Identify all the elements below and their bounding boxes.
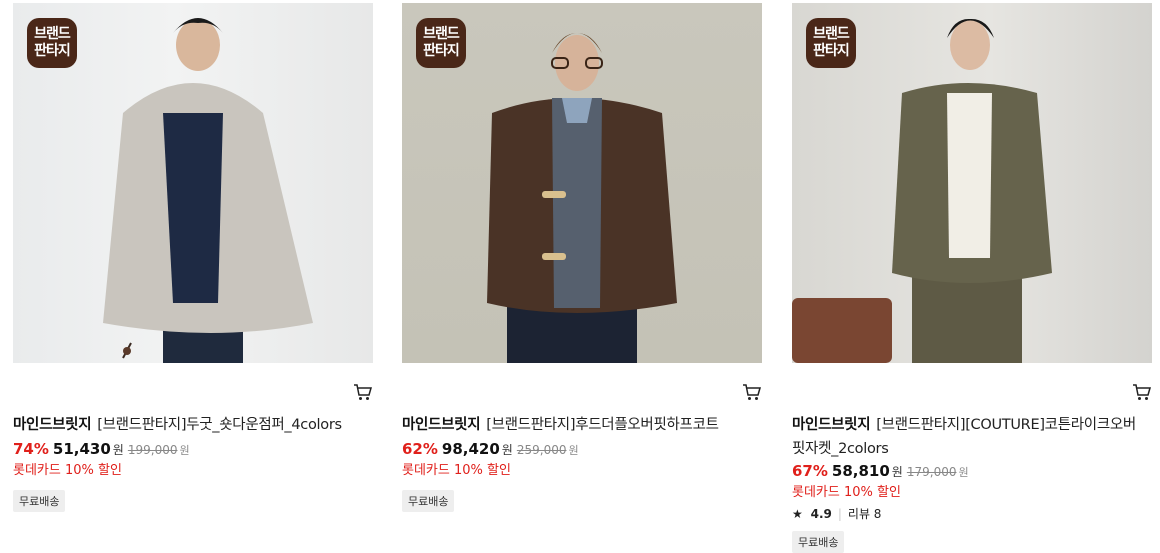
original-currency: 원	[179, 444, 190, 457]
free-shipping-badge: 무료배송	[402, 490, 455, 512]
currency: 원	[112, 443, 124, 457]
product-image[interactable]: 브랜드 판타지	[792, 3, 1152, 363]
product-title[interactable]: 마인드브릿지 [브랜드판타지]후드더플오버핏하프코트	[402, 413, 762, 437]
star-icon: ★	[792, 507, 803, 521]
original-price: 259,000	[516, 443, 567, 457]
free-shipping-badge: 무료배송	[792, 531, 845, 553]
badge-line-2: 판타지	[34, 43, 71, 59]
discount-rate: 67%	[792, 462, 828, 480]
price-row: 62% 98,420 원 259,000 원	[402, 440, 579, 458]
product-name: [브랜드판타지]후드더플오버핏하프코트	[486, 417, 719, 433]
brand-fantasy-badge: 브랜드 판타지	[27, 18, 77, 68]
price-row: 67% 58,810 원 179,000 원	[792, 462, 969, 480]
cart-icon[interactable]	[742, 383, 762, 401]
currency: 원	[501, 443, 513, 457]
brand-fantasy-badge: 브랜드 판타지	[806, 18, 856, 68]
brand-name: 마인드브릿지	[13, 417, 92, 433]
free-shipping-badge: 무료배송	[13, 490, 66, 512]
original-price: 199,000	[127, 443, 178, 457]
badge-line-2: 판타지	[423, 43, 460, 59]
product-image[interactable]: 브랜드 판타지	[402, 3, 762, 363]
cart-icon[interactable]	[353, 383, 373, 401]
sale-price: 58,810	[831, 462, 890, 480]
price-row: 74% 51,430 원 199,000 원	[13, 440, 190, 458]
badge-line-1: 브랜드	[813, 26, 850, 42]
review-count: 리뷰 8	[847, 507, 882, 521]
product-image[interactable]: 브랜드 판타지	[13, 3, 373, 363]
rating-row: ★ 4.9 | 리뷰 8	[792, 505, 881, 522]
divider: |	[837, 507, 842, 521]
original-currency: 원	[568, 444, 579, 457]
discount-rate: 74%	[13, 440, 49, 458]
original-currency: 원	[958, 466, 969, 479]
badge-line-1: 브랜드	[423, 26, 460, 42]
cart-icon[interactable]	[1132, 383, 1152, 401]
product-name: [브랜드판타지]두굿_숏다운점퍼_4colors	[97, 417, 342, 433]
sale-price: 51,430	[52, 440, 111, 458]
card-promo: 롯데카드 10% 할인	[402, 463, 511, 478]
card-promo: 롯데카드 10% 할인	[792, 485, 901, 500]
currency: 원	[891, 465, 903, 479]
card-promo: 롯데카드 10% 할인	[13, 463, 122, 478]
brand-name: 마인드브릿지	[792, 417, 871, 433]
discount-rate: 62%	[402, 440, 438, 458]
sale-price: 98,420	[441, 440, 500, 458]
product-title[interactable]: 마인드브릿지 [브랜드판타지]두굿_숏다운점퍼_4colors	[13, 413, 373, 437]
product-title[interactable]: 마인드브릿지 [브랜드판타지][COUTURE]코튼라이크오버핏자켓_2color…	[792, 413, 1147, 461]
badge-line-2: 판타지	[813, 43, 850, 59]
brand-fantasy-badge: 브랜드 판타지	[416, 18, 466, 68]
badge-line-1: 브랜드	[34, 26, 71, 42]
original-price: 179,000	[906, 465, 957, 479]
rating-score: 4.9	[810, 507, 832, 521]
brand-name: 마인드브릿지	[402, 417, 481, 433]
